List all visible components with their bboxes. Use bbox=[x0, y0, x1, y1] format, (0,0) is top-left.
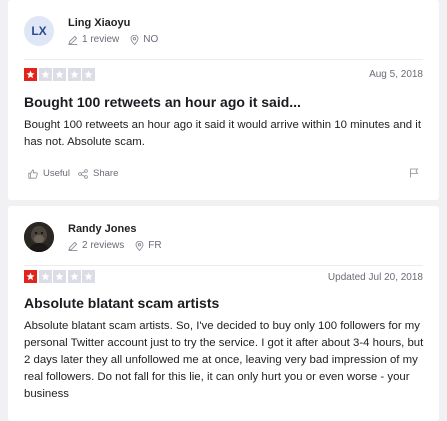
review-card: LX Ling Xiaoyu 1 review NO Aug 5, 2018 B… bbox=[8, 0, 439, 200]
share-button[interactable]: Share bbox=[78, 168, 118, 179]
reviewer-name[interactable]: Randy Jones bbox=[68, 223, 136, 235]
review-date: Updated Jul 20, 2018 bbox=[327, 272, 423, 283]
location-pin-icon bbox=[135, 240, 144, 251]
flag-button[interactable] bbox=[409, 168, 419, 181]
star-icon bbox=[82, 68, 96, 81]
review-body: Bought 100 retweets an hour ago it said … bbox=[24, 119, 422, 148]
share-label: Share bbox=[93, 168, 119, 179]
star-icon bbox=[38, 270, 52, 283]
review-count: 1 review bbox=[68, 34, 119, 45]
review-count-label: 2 reviews bbox=[82, 240, 125, 251]
pencil-icon bbox=[68, 35, 78, 45]
useful-button[interactable]: Useful bbox=[28, 168, 70, 179]
review-card: Randy Jones 2 reviews FR Updated Jul 20,… bbox=[8, 206, 439, 421]
country-label: NO bbox=[143, 34, 159, 45]
avatar[interactable] bbox=[24, 222, 54, 252]
star-rating bbox=[24, 68, 97, 81]
reviewer-meta: 2 reviews FR bbox=[68, 240, 173, 251]
useful-label: Useful bbox=[43, 168, 70, 179]
pencil-icon bbox=[68, 241, 78, 251]
review-count-label: 1 review bbox=[82, 34, 120, 45]
thumbs-up-icon bbox=[28, 169, 38, 179]
avatar[interactable]: LX bbox=[24, 16, 54, 46]
location-pin-icon bbox=[130, 34, 139, 45]
review-count: 2 reviews bbox=[68, 240, 124, 251]
reviewer-name[interactable]: Ling Xiaoyu bbox=[68, 17, 130, 29]
avatar-photo bbox=[24, 222, 54, 252]
star-icon bbox=[53, 68, 67, 81]
star-icon bbox=[82, 270, 96, 283]
star-rating bbox=[24, 270, 97, 283]
review-header: Randy Jones 2 reviews FR bbox=[24, 212, 423, 266]
flag-icon bbox=[410, 168, 419, 178]
share-icon bbox=[78, 168, 88, 179]
reviewer-location: FR bbox=[135, 240, 162, 251]
review-title[interactable]: Bought 100 retweets an hour ago it said.… bbox=[24, 94, 301, 110]
star-icon bbox=[67, 68, 81, 81]
reviewer-meta: 1 review NO bbox=[68, 34, 169, 45]
star-icon bbox=[24, 68, 37, 81]
review-date: Aug 5, 2018 bbox=[369, 69, 423, 80]
star-icon bbox=[24, 270, 37, 283]
reviewer-location: NO bbox=[130, 34, 158, 45]
review-header: LX Ling Xiaoyu 1 review NO bbox=[24, 6, 423, 60]
star-icon bbox=[53, 270, 67, 283]
country-label: FR bbox=[148, 240, 162, 251]
star-icon bbox=[38, 68, 52, 81]
review-body: Absolute blatant scam artists. So, I've … bbox=[24, 320, 424, 400]
review-actions: Useful Share bbox=[28, 168, 419, 182]
review-title[interactable]: Absolute blatant scam artists bbox=[24, 295, 219, 311]
star-icon bbox=[67, 270, 81, 283]
